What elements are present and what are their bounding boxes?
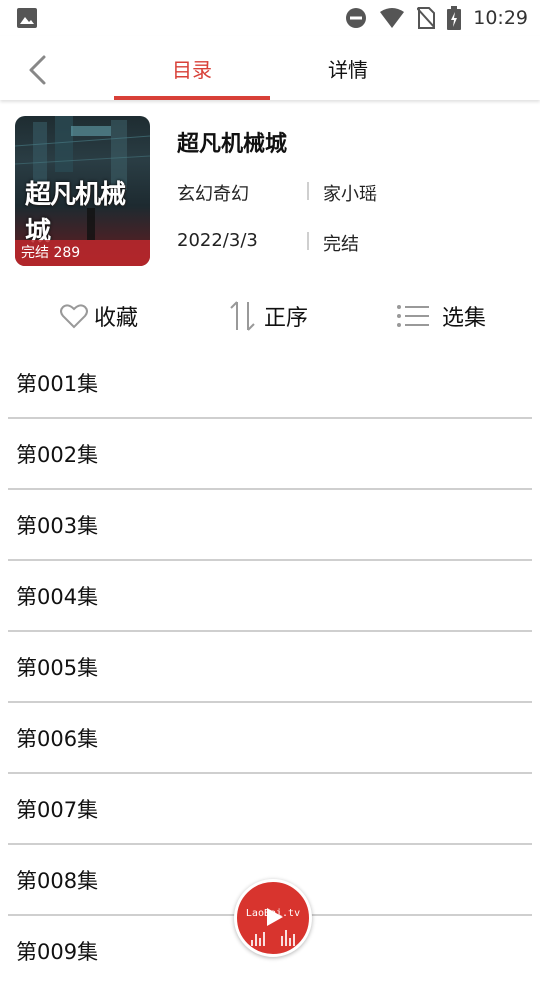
list-icon: [397, 305, 429, 327]
heart-icon: [60, 304, 88, 329]
play-icon: [251, 908, 295, 946]
do-not-disturb-icon: [346, 8, 367, 28]
sort-order-icon: [230, 301, 255, 331]
meta-divider: [307, 182, 309, 200]
no-sim-icon: [417, 7, 436, 29]
book-date: 2022/3/3: [177, 230, 258, 251]
action-bar: 收藏 正序 选集: [0, 296, 540, 336]
tab-catalog[interactable]: 目录: [114, 54, 270, 83]
episode-label: 第001集: [16, 371, 99, 396]
episode-label: 第004集: [16, 584, 99, 609]
episode-label: 第007集: [16, 797, 99, 822]
wifi-icon: [380, 8, 405, 28]
sort-order-label: 正序: [264, 306, 309, 331]
book-author: 家小瑶: [323, 184, 377, 205]
favorite-button[interactable]: 收藏: [60, 296, 138, 336]
episode-label: 第002集: [16, 442, 99, 467]
back-arrow-icon[interactable]: [24, 54, 52, 86]
status-bar: 10:29: [0, 0, 540, 36]
favorite-label: 收藏: [94, 306, 139, 331]
select-episodes-button[interactable]: 选集: [396, 296, 486, 336]
episode-item[interactable]: 第002集: [8, 419, 532, 490]
episode-item[interactable]: 第005集: [8, 632, 532, 703]
book-cover[interactable]: 超凡机械城 完结 289: [15, 116, 150, 266]
episode-item[interactable]: 第004集: [8, 561, 532, 632]
image-icon: [17, 8, 37, 28]
episode-item[interactable]: 第007集: [8, 774, 532, 845]
episode-item[interactable]: 第003集: [8, 490, 532, 561]
book-genre: 玄幻奇幻: [177, 184, 249, 205]
episode-item[interactable]: 第001集: [8, 348, 532, 419]
episode-label: 第005集: [16, 655, 99, 680]
episode-label: 第008集: [16, 868, 99, 893]
sort-order-button[interactable]: 正序: [228, 296, 308, 336]
tab-details[interactable]: 详情: [270, 54, 426, 83]
book-title: 超凡机械城: [177, 132, 288, 157]
episode-item[interactable]: 第006集: [8, 703, 532, 774]
active-tab-indicator: [114, 96, 270, 100]
meta-divider: [307, 232, 309, 250]
episode-label: 第006集: [16, 726, 99, 751]
episode-label: 第003集: [16, 513, 99, 538]
floating-player-button[interactable]: LaoBai.tv: [234, 879, 312, 957]
cover-title: 超凡机械城: [25, 180, 126, 247]
select-episodes-label: 选集: [442, 306, 487, 331]
episode-label: 第009集: [16, 939, 99, 964]
book-status: 完结: [323, 234, 359, 255]
status-time: 10:29: [473, 7, 528, 29]
top-bar: 目录 详情: [0, 36, 540, 100]
cover-status-badge: 完结 289: [21, 245, 81, 261]
battery-charging-icon: [447, 6, 462, 30]
